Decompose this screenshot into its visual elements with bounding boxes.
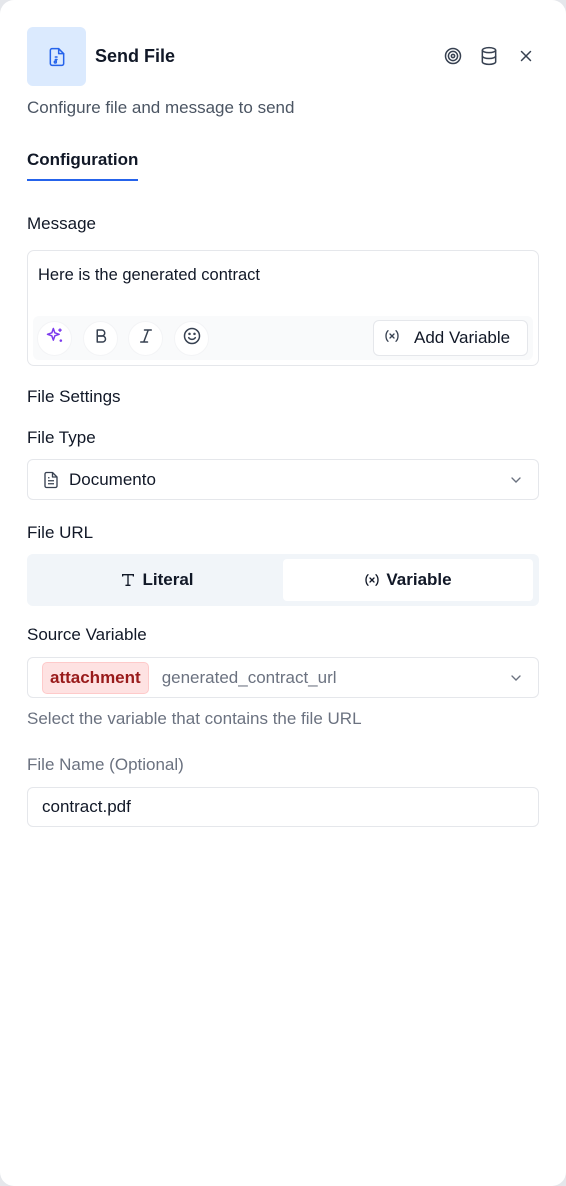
message-editor[interactable]: Here is the generated contract Add Varia… — [27, 250, 539, 366]
italic-button[interactable] — [128, 321, 163, 356]
italic-icon — [137, 327, 155, 350]
literal-option[interactable]: Literal — [32, 559, 282, 601]
document-icon — [42, 471, 60, 489]
message-text[interactable]: Here is the generated contract — [38, 266, 260, 285]
file-name-input[interactable] — [27, 787, 539, 827]
bold-icon — [92, 327, 110, 350]
panel-subtitle: Configure file and message to send — [27, 98, 295, 117]
bold-button[interactable] — [83, 321, 118, 356]
tab-configuration[interactable]: Configuration — [27, 150, 139, 181]
variable-icon — [364, 572, 380, 588]
source-variable-label: Source Variable — [27, 625, 147, 644]
panel-title: Send File — [95, 46, 176, 66]
emoji-button[interactable] — [174, 321, 209, 356]
send-file-panel: Send File Configure file and message to … — [0, 0, 566, 1186]
add-variable-button[interactable]: Add Variable — [373, 320, 528, 356]
message-label: Message — [27, 214, 96, 233]
text-type-icon — [120, 572, 136, 588]
variable-label: Variable — [386, 570, 452, 589]
variable-option[interactable]: Variable — [283, 559, 533, 601]
file-type-label: File Type — [27, 428, 96, 447]
chevron-down-icon — [508, 472, 524, 488]
variable-type-badge: attachment — [42, 661, 149, 694]
file-name-label: File Name (Optional) — [27, 755, 184, 774]
file-settings-heading: File Settings — [27, 387, 121, 406]
file-type-value: Documento — [69, 469, 156, 489]
target-icon[interactable] — [441, 44, 465, 68]
chevron-down-icon — [508, 670, 524, 686]
database-icon[interactable] — [477, 44, 501, 68]
source-variable-value: generated_contract_url — [161, 667, 337, 687]
smiley-icon — [182, 326, 202, 351]
source-variable-help: Select the variable that contains the fi… — [27, 709, 362, 728]
variable-icon — [384, 328, 400, 349]
source-variable-select[interactable]: attachment generated_contract_url — [27, 657, 539, 698]
file-url-label: File URL — [27, 523, 94, 542]
file-type-select[interactable]: Documento — [27, 459, 539, 500]
sparkles-icon — [45, 326, 65, 351]
close-icon[interactable] — [514, 44, 538, 68]
message-toolbar: Add Variable — [33, 316, 533, 360]
file-icon — [27, 27, 86, 86]
file-url-toggle: Literal Variable — [27, 554, 539, 606]
literal-label: Literal — [142, 570, 194, 589]
add-variable-label: Add Variable — [414, 328, 511, 347]
ai-sparkles-button[interactable] — [37, 321, 72, 356]
